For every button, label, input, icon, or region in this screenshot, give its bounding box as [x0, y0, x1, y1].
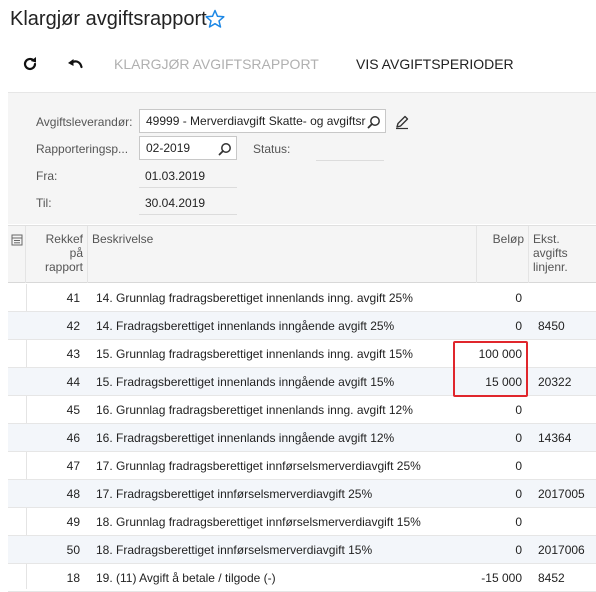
grid-header: Rekkef på rapport Beskrivelse Beløp Ekst… — [8, 225, 596, 283]
to-underline — [139, 214, 237, 215]
rank-header-line3: rapport — [44, 260, 83, 274]
period-field[interactable]: 02-2019 — [139, 136, 237, 160]
rank-cell: 50 — [66, 543, 80, 557]
description-header-label: Beskrivelse — [92, 232, 154, 246]
table-row[interactable]: 43 15. Grunnlag fradragsberettiget innenl… — [8, 340, 596, 368]
table-row[interactable]: 42 14. Fradragsberettiget innenlands inng… — [8, 312, 596, 340]
rank-cell: 42 — [66, 319, 80, 333]
period-label: Rapporteringsp... — [36, 142, 129, 156]
rank-cell: 41 — [66, 291, 80, 305]
rank-cell: 49 — [66, 515, 80, 529]
ext-cell: 2017005 — [538, 487, 585, 501]
description-cell: 18. Fradragsberettiget innførselsmerverd… — [96, 543, 373, 557]
table-row[interactable]: 50 18. Fradragsberettiget innførselsmerve… — [8, 536, 596, 564]
from-underline — [139, 187, 237, 188]
amount-cell: 0 — [515, 431, 522, 445]
amount-cell: 100 000 — [478, 347, 522, 361]
column-header-rank[interactable]: Rekkef på rapport — [26, 226, 88, 283]
amount-cell: -15 000 — [481, 571, 522, 585]
from-value: 01.03.2019 — [145, 169, 206, 183]
amount-header-label: Beløp — [492, 232, 524, 246]
ext-cell: 14364 — [538, 431, 572, 445]
ext-cell: 8450 — [538, 319, 565, 333]
status-underline — [316, 160, 384, 161]
ext-cell: 8452 — [538, 571, 565, 585]
description-cell: 16. Fradragsberettiget innenlands inngåe… — [96, 431, 395, 445]
rank-cell: 47 — [66, 459, 80, 473]
star-outline-icon[interactable] — [205, 9, 225, 29]
rank-cell: 46 — [66, 431, 80, 445]
description-cell: 14. Fradragsberettiget innenlands inngåe… — [96, 319, 395, 333]
filter-form: Avgiftsleverandør: 49999 - Merverdiavgif… — [8, 92, 596, 224]
amount-cell: 0 — [515, 291, 522, 305]
vendor-field[interactable]: 49999 - Merverdiavgift Skatte- og avgift… — [139, 109, 386, 133]
rank-header-line1: Rekkef — [45, 232, 83, 246]
amount-cell: 0 — [515, 515, 522, 529]
rank-cell: 18 — [66, 571, 80, 585]
table-row[interactable]: 49 18. Grunnlag fradragsberettiget innfør… — [8, 508, 596, 536]
edit-icon[interactable] — [394, 114, 410, 130]
prepare-report-button[interactable]: KLARGJØR AVGIFTSRAPPORT — [114, 52, 319, 76]
column-header-amount[interactable]: Beløp — [477, 226, 529, 283]
view-tax-periods-button[interactable]: VIS AVGIFTSPERIODER — [356, 52, 514, 76]
table-row[interactable]: 41 14. Grunnlag fradragsberettiget innenl… — [8, 284, 596, 312]
amount-cell: 0 — [515, 403, 522, 417]
ext-cell: 2017006 — [538, 543, 585, 557]
toolbar: KLARGJØR AVGIFTSRAPPORT VIS AVGIFTSPERIO… — [0, 44, 596, 86]
amount-cell: 0 — [515, 487, 522, 501]
rank-cell: 43 — [66, 347, 80, 361]
column-settings-icon[interactable] — [8, 226, 26, 283]
description-cell: 17. Fradragsberettiget innførselsmerverd… — [96, 487, 373, 501]
from-label: Fra: — [36, 169, 58, 183]
amount-cell: 0 — [515, 543, 522, 557]
ext-header-line2: avgifts — [533, 246, 568, 260]
table-row[interactable]: 48 17. Fradragsberettiget innførselsmerve… — [8, 480, 596, 508]
table-row[interactable]: 18 19. (11) Avgift å betale / tilgode (-)… — [8, 564, 596, 592]
search-icon[interactable] — [218, 141, 232, 156]
amount-cell: 0 — [515, 459, 522, 473]
description-cell: 17. Grunnlag fradragsberettiget innførse… — [96, 459, 421, 473]
search-icon[interactable] — [367, 114, 381, 129]
column-header-ext[interactable]: Ekst. avgifts linjenr. — [529, 226, 596, 283]
table-row[interactable]: 46 16. Fradragsberettiget innenlands inng… — [8, 424, 596, 452]
rank-header-line2: på — [69, 246, 83, 260]
page-title: Klargjør avgiftsrapport — [10, 8, 207, 30]
title-bar: Klargjør avgiftsrapport — [0, 0, 596, 44]
table-row[interactable]: 47 17. Grunnlag fradragsberettiget innfør… — [8, 452, 596, 480]
column-header-description[interactable]: Beskrivelse — [88, 226, 477, 283]
status-label: Status: — [253, 142, 291, 156]
period-value: 02-2019 — [146, 141, 191, 155]
description-cell: 18. Grunnlag fradragsberettiget innførse… — [96, 515, 421, 529]
undo-icon[interactable] — [66, 55, 84, 73]
description-cell: 19. (11) Avgift å betale / tilgode (-) — [96, 571, 276, 585]
to-label: Til: — [36, 196, 52, 210]
ext-header-line3: linjenr. — [533, 260, 568, 274]
rank-cell: 44 — [66, 375, 80, 389]
description-cell: 16. Grunnlag fradragsberettiget innenlan… — [96, 403, 413, 417]
vendor-value: 49999 - Merverdiavgift Skatte- og avgift… — [146, 114, 366, 128]
rank-cell: 48 — [66, 487, 80, 501]
description-cell: 14. Grunnlag fradragsberettiget innenlan… — [96, 291, 413, 305]
to-value: 30.04.2019 — [145, 196, 206, 210]
amount-cell: 15 000 — [485, 375, 522, 389]
ext-header-line1: Ekst. — [533, 232, 560, 246]
vendor-label: Avgiftsleverandør: — [36, 115, 133, 129]
rank-cell: 45 — [66, 403, 80, 417]
ext-cell: 20322 — [538, 375, 572, 389]
table-row[interactable]: 45 16. Grunnlag fradragsberettiget innenl… — [8, 396, 596, 424]
refresh-icon[interactable] — [21, 55, 39, 73]
description-cell: 15. Fradragsberettiget innenlands inngåe… — [96, 375, 395, 389]
table-row[interactable]: 44 15. Fradragsberettiget innenlands inng… — [8, 368, 596, 396]
amount-cell: 0 — [515, 319, 522, 333]
description-cell: 15. Grunnlag fradragsberettiget innenlan… — [96, 347, 413, 361]
